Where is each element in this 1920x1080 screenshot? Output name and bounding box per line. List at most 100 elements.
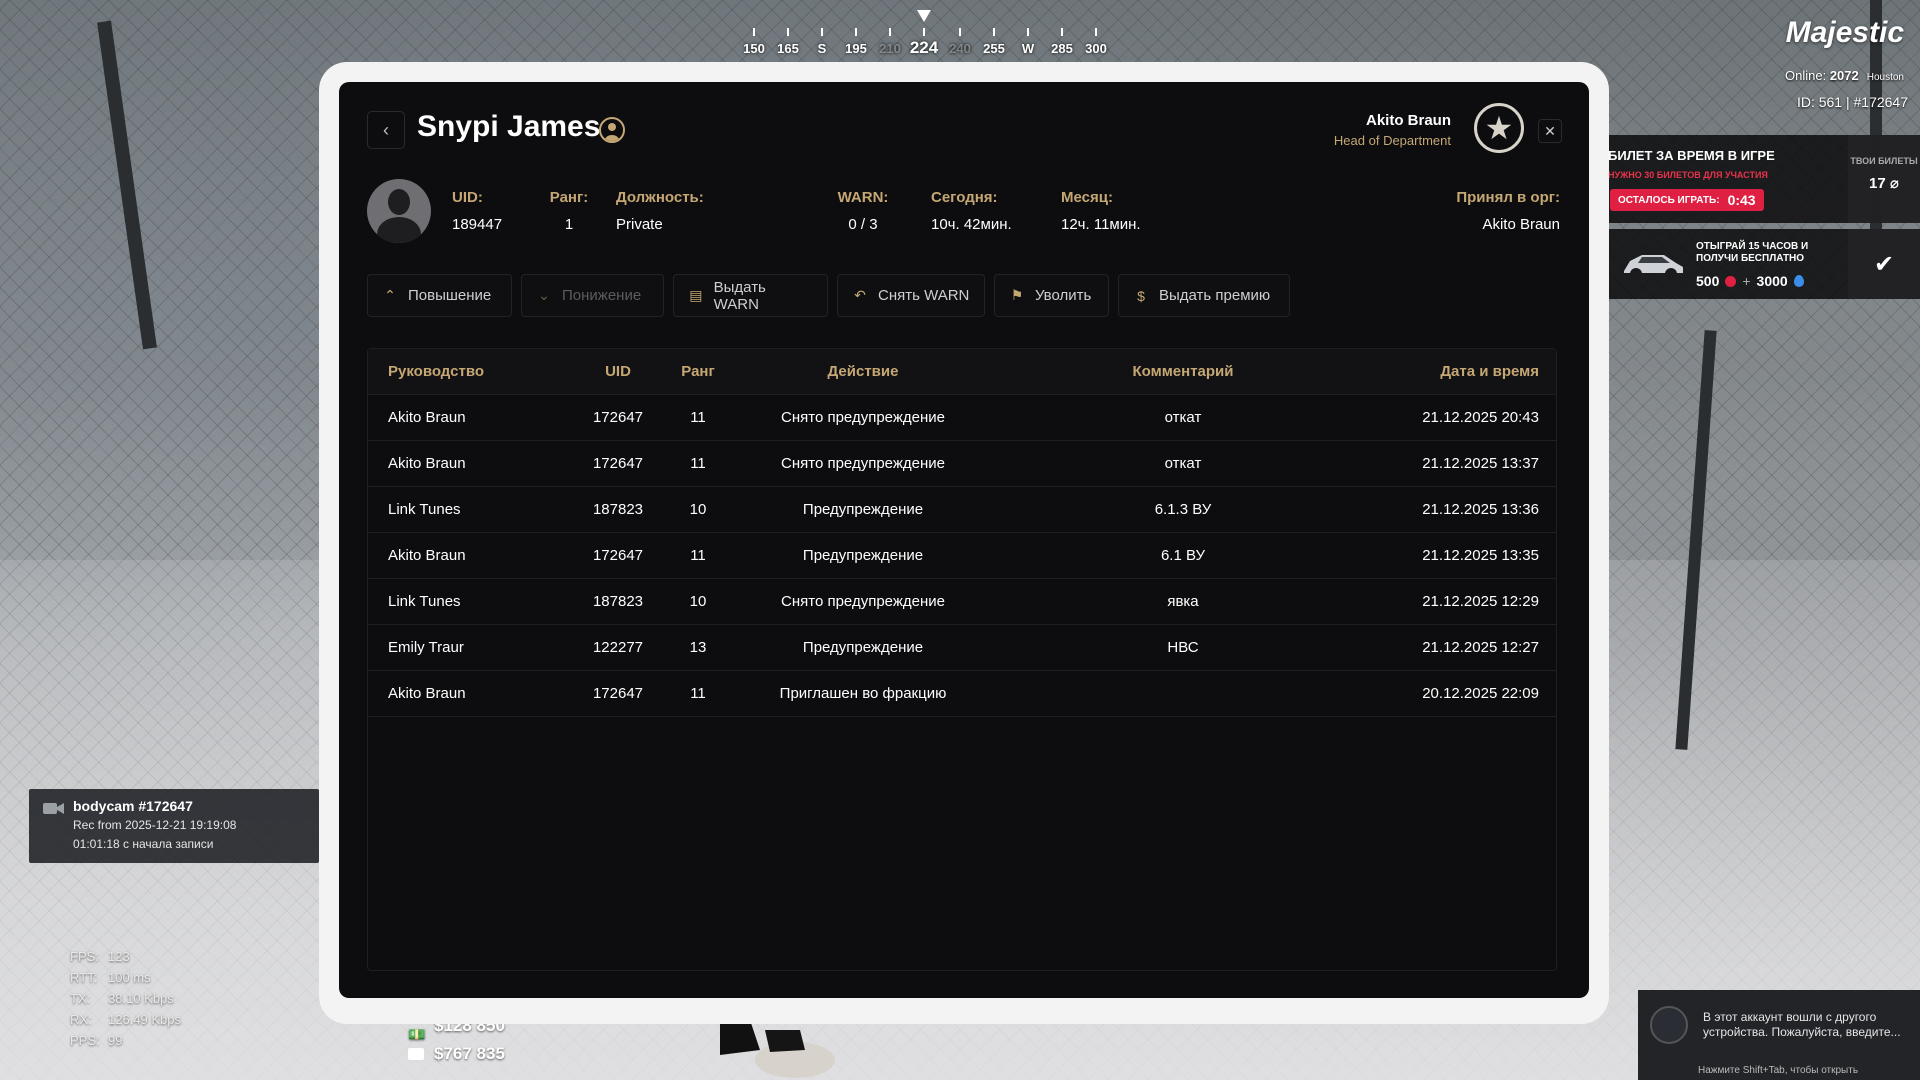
col-header: Руководство [388,363,485,380]
compass-label: 150 [743,41,765,56]
bank-row: $767 835 [408,1040,505,1068]
leader-info: Akito Braun Head of Department [1334,112,1451,148]
close-icon: ✕ [1544,122,1556,139]
compass-tick [1095,28,1097,36]
person-icon [599,117,625,143]
table-cell: Снято предупреждение [781,455,945,472]
promo-widget: ОТЫГРАЙ 15 ЧАСОВ И ПОЛУЧИ БЕСПЛАТНО 500 … [1606,229,1920,299]
compass-tick [959,28,961,36]
member-panel: ‹ Snypi James Akito Braun Head of Depart… [339,82,1589,998]
table-cell: 172647 [592,685,644,702]
compass-label: 224 [909,38,939,57]
table-cell: Akito Braun [388,455,466,472]
info-today: Сегодня: 10ч. 42мин. [931,189,1012,233]
compass-tick [993,28,995,36]
col-header: Действие [827,363,899,380]
avatar [367,179,431,243]
table-cell: 13 [689,639,707,656]
warn-doc-icon: ▤ [689,287,703,303]
info-uid: UID: 189447 [452,189,503,233]
table-cell: Akito Braun [388,685,466,702]
compass-tick [889,28,891,36]
table-cell: Снято предупреждение [781,409,945,426]
action-button-2[interactable]: ▤ Выдать WARN [673,274,828,317]
action-button-4[interactable]: ⚑ Уволить [994,274,1109,317]
table-cell: 6.1.3 ВУ [1154,501,1212,518]
chevron-up-icon: ⌃ [384,287,396,303]
steam-hint: Нажмите Shift+Tab, чтобы открыть [1698,1065,1859,1076]
stat-row: TX: 38.10 Kbps [70,991,174,1006]
action-label: Выдать премию [1159,287,1271,304]
table-cell: откат [1164,409,1202,426]
table-cell: Предупреждение [802,547,924,564]
network-stats: FPS: 123 RTT: 100 ms TX: 38.10 Kbps RX: 126.… [70,946,181,1051]
leader-name: Akito Braun [1365,112,1451,129]
close-button[interactable]: ✕ [1538,119,1562,143]
steam-notification[interactable]: В этот аккаунт вошли с другого устройств… [1638,990,1920,1080]
table-cell: откат [1164,455,1202,472]
ticket-title: БИЛЕТ ЗА ВРЕМЯ В ИГРЕ [1608,148,1775,163]
table-row: Emily Traur 122277 13 Предупреждение НВС 21.1… [368,625,1556,671]
action-button-3[interactable]: ↶ Снять WARN [837,274,985,317]
compass-label: 195 [845,41,867,56]
compass-label: 165 [777,41,799,56]
chevron-down-icon: ⌄ [538,287,550,303]
action-label: Повышение [408,287,492,304]
check-icon[interactable]: ✔ [1848,229,1920,299]
table-cell: 21.12.2025 13:36 [1422,501,1539,518]
online-counter: Online: 2072 Houston [1785,68,1904,83]
ticket-icon: ⌀ [1889,175,1899,192]
table-cell: 21.12.2025 12:29 [1422,593,1539,610]
car-icon [1624,255,1683,280]
table-cell: 20.12.2025 22:09 [1422,685,1539,702]
action-button-5[interactable]: $ Выдать премию [1118,274,1290,317]
col-header: UID [605,363,631,380]
table-cell: 172647 [592,409,644,426]
compass-tick [1027,28,1029,36]
table-cell: 11 [690,547,706,564]
bodycam-overlay: bodycam #172647 Rec from 2025-12-21 19:1… [29,789,319,863]
drop-icon [1793,275,1804,287]
compass-tick [787,28,789,36]
table-cell: Предупреждение [802,639,924,656]
table-cell: Akito Braun [388,547,466,564]
info-position: Должность: Private [616,189,704,233]
table-cell: явка [1167,593,1199,610]
ticket-remaining-badge: ОСТАЛОСЬ ИГРАТЬ: 0:43 [1610,189,1764,211]
table-cell: Снято предупреждение [781,593,945,610]
compass-label: 210 [879,41,901,56]
table-cell: НВС [1167,639,1199,656]
action-button-1[interactable]: ⌄ Понижение [521,274,664,317]
ticket-count: ТВОИ БИЛЕТЫ 17 ⌀ [1848,135,1920,223]
coin-icon: $ [1137,287,1145,304]
player-id: ID: 561 | #172647 [1796,94,1908,110]
col-header: Дата и время [1440,363,1539,380]
table-cell: 11 [690,455,706,472]
compass-label: 285 [1051,41,1073,56]
compass-label: W [1021,41,1035,56]
col-header: Комментарий [1132,363,1234,380]
table-cell: 11 [690,685,706,702]
character-feet [720,1020,835,1078]
star-badge-icon: ★ [1474,103,1524,153]
stat-row: FPS: 123 [70,949,130,964]
table-cell: 21.12.2025 13:35 [1422,547,1539,564]
back-button[interactable]: ‹ [367,111,405,149]
action-button-0[interactable]: ⌃ Повышение [367,274,512,317]
camera-icon [43,803,64,814]
table-cell: 6.1 ВУ [1160,547,1206,564]
info-month: Месяц: 12ч. 11мин. [1061,189,1141,233]
table-cell: 11 [690,409,706,426]
ticket-subtitle: НУЖНО 30 БИЛЕТОВ ДЛЯ УЧАСТИЯ [1608,170,1768,180]
compass-tick [753,28,755,36]
info-warn: WARN: 0 / 3 [837,189,889,233]
table-body: Akito Braun 172647 11 Снято предупреждение о… [368,395,1556,717]
undo-icon: ↶ [854,287,866,303]
table-cell: Предупреждение [802,501,924,518]
table-cell: 122277 [592,639,644,656]
compass-tick [1061,28,1063,36]
bodycam-rec: Rec from 2025-12-21 19:19:08 [73,818,237,832]
ticket-widget: БИЛЕТ ЗА ВРЕМЯ В ИГРЕ НУЖНО 30 БИЛЕТОВ Д… [1606,135,1920,223]
bodycam-elapsed: 01:01:18 с начала записи [73,837,214,851]
compass-pointer-icon [917,10,931,22]
